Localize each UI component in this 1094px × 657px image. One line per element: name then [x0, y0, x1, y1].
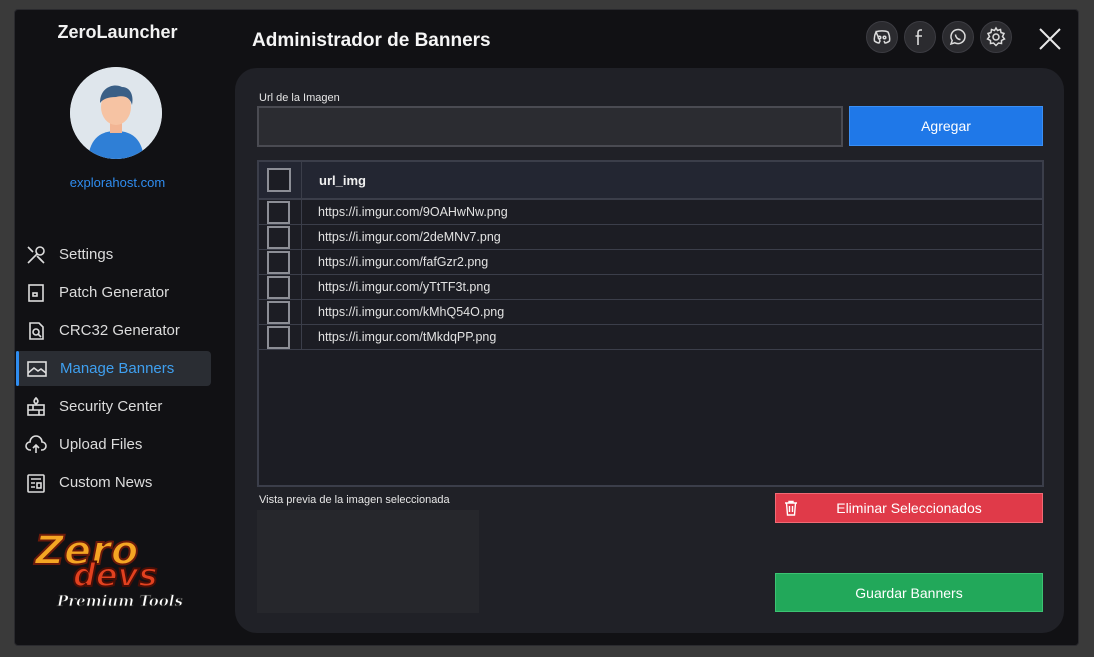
row-checkbox[interactable]	[267, 301, 290, 324]
url-cell[interactable]: https://i.imgur.com/kMhQ54O.png	[318, 305, 504, 319]
host-link[interactable]: explorahost.com	[15, 175, 220, 190]
facebook-button[interactable]	[904, 21, 936, 53]
url-cell[interactable]: https://i.imgur.com/yTtTF3t.png	[318, 280, 490, 294]
sidebar-item-label: CRC32 Generator	[59, 322, 180, 339]
sidebar-item-label: Settings	[59, 246, 114, 263]
sidebar-item-settings[interactable]: Settings	[15, 237, 220, 272]
avatar	[70, 67, 162, 159]
table-row[interactable]: https://i.imgur.com/kMhQ54O.png	[259, 300, 1042, 325]
discord-icon	[873, 30, 891, 44]
banner-table: url_img https://i.imgur.com/9OAHwNw.png …	[257, 160, 1044, 487]
row-checkbox[interactable]	[267, 251, 290, 274]
image-preview	[257, 510, 479, 613]
save-banners-button[interactable]: Guardar Banners	[775, 573, 1043, 612]
facebook-icon	[915, 29, 922, 45]
delete-selected-button[interactable]: Eliminar Seleccionados	[775, 493, 1043, 523]
app-window: ZeroLauncher explorahost.com Settings Pa…	[14, 9, 1079, 646]
delete-selected-label: Eliminar Seleccionados	[836, 500, 982, 516]
column-divider	[301, 250, 302, 275]
close-button[interactable]	[1035, 24, 1065, 54]
table-body: https://i.imgur.com/9OAHwNw.png https://…	[259, 200, 1042, 350]
sidebar-item-label: Custom News	[59, 474, 153, 491]
sidebar-item-security-center[interactable]: Security Center	[15, 389, 220, 424]
url-label: Url de la Imagen	[259, 92, 340, 104]
column-divider	[301, 300, 302, 325]
sidebar-item-label: Manage Banners	[60, 360, 175, 377]
preview-label: Vista previa de la imagen seleccionada	[259, 494, 450, 506]
image-icon	[26, 358, 48, 380]
url-cell[interactable]: https://i.imgur.com/9OAHwNw.png	[318, 205, 508, 219]
whatsapp-button[interactable]	[942, 21, 974, 53]
news-icon	[25, 472, 47, 494]
sidebar-item-patch-generator[interactable]: Patch Generator	[15, 275, 220, 310]
row-checkbox[interactable]	[267, 201, 290, 224]
url-cell[interactable]: https://i.imgur.com/fafGzr2.png	[318, 255, 488, 269]
app-title: ZeroLauncher	[57, 22, 178, 42]
page-title: Administrador de Banners	[252, 30, 491, 51]
column-divider	[301, 200, 302, 225]
sidebar-item-label: Patch Generator	[59, 284, 170, 301]
row-checkbox[interactable]	[267, 326, 290, 349]
row-checkbox[interactable]	[267, 226, 290, 249]
url-cell[interactable]: https://i.imgur.com/2deMNv7.png	[318, 230, 501, 244]
discord-button[interactable]	[866, 21, 898, 53]
table-row[interactable]: https://i.imgur.com/fafGzr2.png	[259, 250, 1042, 275]
zerodevs-logo: Zero devs Premium Tools	[29, 520, 209, 615]
banner-panel: Url de la Imagen Agregar url_img https:/…	[235, 68, 1064, 633]
settings-gear-icon	[986, 26, 1006, 47]
column-divider	[301, 225, 302, 250]
sidebar-item-custom-news[interactable]: Custom News	[15, 465, 220, 500]
url-cell[interactable]: https://i.imgur.com/tMkdqPP.png	[318, 330, 496, 344]
column-divider	[301, 162, 302, 200]
sidebar-item-manage-banners[interactable]: Manage Banners	[16, 351, 211, 386]
row-checkbox[interactable]	[267, 276, 290, 299]
crc-icon	[25, 320, 47, 342]
column-divider	[301, 275, 302, 300]
url-input[interactable]	[257, 106, 843, 147]
column-header-url-img[interactable]: url_img	[319, 173, 366, 188]
table-row[interactable]: https://i.imgur.com/tMkdqPP.png	[259, 325, 1042, 350]
firewall-icon	[25, 396, 47, 418]
table-row[interactable]: https://i.imgur.com/yTtTF3t.png	[259, 275, 1042, 300]
column-divider	[301, 325, 302, 350]
tools-icon	[25, 244, 47, 266]
table-row[interactable]: https://i.imgur.com/9OAHwNw.png	[259, 200, 1042, 225]
logo-text-devs: devs	[73, 556, 158, 594]
sidebar-item-crc32-generator[interactable]: CRC32 Generator	[15, 313, 220, 348]
whatsapp-icon	[949, 28, 966, 46]
sidebar-nav: Settings Patch Generator CRC32 Generator…	[15, 237, 220, 503]
sidebar: ZeroLauncher explorahost.com Settings Pa…	[15, 10, 220, 645]
patch-icon	[25, 282, 47, 304]
cloud-upload-icon	[25, 434, 47, 456]
sidebar-item-label: Upload Files	[59, 436, 143, 453]
trash-icon	[785, 500, 797, 516]
table-row[interactable]: https://i.imgur.com/2deMNv7.png	[259, 225, 1042, 250]
sidebar-item-label: Security Center	[59, 398, 163, 415]
add-button[interactable]: Agregar	[849, 106, 1043, 146]
table-header: url_img	[259, 162, 1042, 200]
select-all-checkbox[interactable]	[267, 168, 291, 192]
settings-button[interactable]	[980, 21, 1012, 53]
close-icon	[1039, 28, 1061, 50]
logo-text-premium: Premium Tools	[56, 592, 183, 610]
sidebar-item-upload-files[interactable]: Upload Files	[15, 427, 220, 462]
